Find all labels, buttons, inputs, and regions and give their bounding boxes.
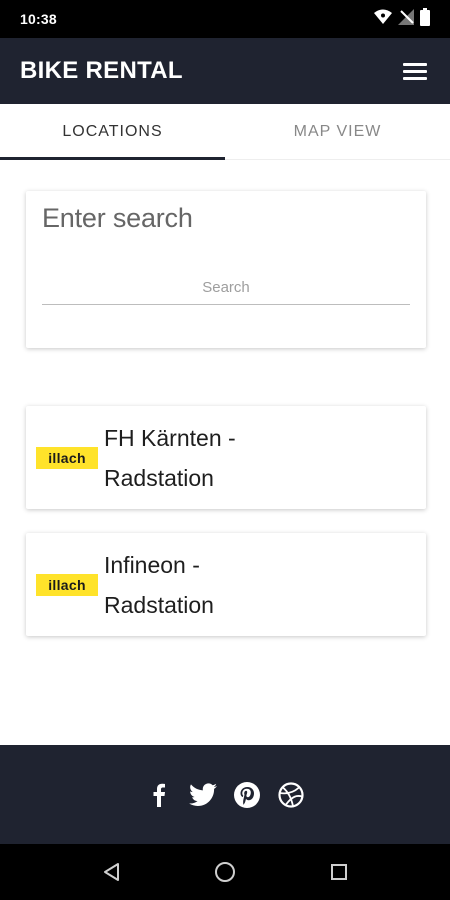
recents-icon[interactable] bbox=[326, 859, 352, 885]
location-name-line1: FH Kärnten - bbox=[104, 424, 236, 451]
location-name-line2: Radstation bbox=[104, 591, 214, 618]
system-nav-bar bbox=[0, 844, 450, 900]
footer bbox=[0, 745, 450, 844]
logo-text: illach bbox=[48, 449, 86, 466]
app-bar: BIKE RENTAL bbox=[0, 38, 450, 104]
status-icons bbox=[374, 7, 430, 31]
location-card-fh-kaernten[interactable]: illach FH Kärnten - Radstation bbox=[26, 406, 426, 509]
logo-text: illach bbox=[48, 576, 86, 593]
location-name: Infineon - Radstation bbox=[104, 545, 304, 625]
search-card: Enter search bbox=[26, 191, 426, 348]
location-name: FH Kärnten - Radstation bbox=[104, 418, 304, 498]
search-title: Enter search bbox=[42, 203, 193, 233]
hamburger-menu-icon[interactable] bbox=[400, 56, 430, 86]
tab-locations[interactable]: LOCATIONS bbox=[0, 104, 225, 160]
wifi-icon bbox=[374, 9, 392, 30]
home-icon[interactable] bbox=[212, 859, 238, 885]
dribbble-icon[interactable] bbox=[277, 781, 305, 809]
tab-bar: LOCATIONS MAP VIEW bbox=[0, 104, 450, 160]
status-time: 10:38 bbox=[20, 11, 57, 27]
back-icon[interactable] bbox=[98, 859, 124, 885]
facebook-icon[interactable] bbox=[145, 781, 173, 809]
pinterest-icon[interactable] bbox=[233, 781, 261, 809]
search-input[interactable] bbox=[42, 271, 410, 305]
twitter-icon[interactable] bbox=[189, 781, 217, 809]
status-bar: 10:38 bbox=[0, 0, 450, 38]
signal-off-icon bbox=[398, 8, 414, 30]
app-title: BIKE RENTAL bbox=[20, 57, 183, 84]
location-name-line2: Radstation bbox=[104, 464, 214, 491]
location-card-infineon[interactable]: illach Infineon - Radstation bbox=[26, 533, 426, 636]
location-name-line1: Infineon - bbox=[104, 551, 200, 578]
tab-map-view[interactable]: MAP VIEW bbox=[225, 104, 450, 159]
villach-logo: illach bbox=[36, 446, 98, 469]
villach-logo: illach bbox=[36, 573, 98, 596]
battery-icon bbox=[420, 7, 430, 31]
